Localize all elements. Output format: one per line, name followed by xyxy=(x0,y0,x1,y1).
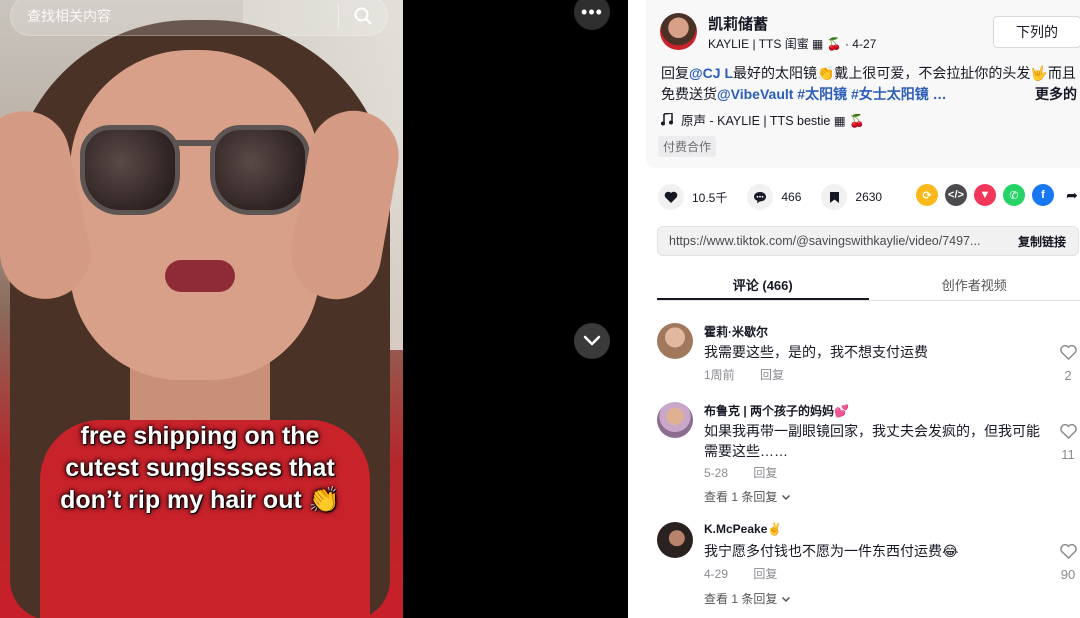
save-button[interactable]: 2630 xyxy=(821,184,882,210)
comment-meta: 1周前 回复 xyxy=(704,366,806,383)
author-subtitle: KAYLIE | TTS 闺蜜 ▦ 🍒 · 4-27 xyxy=(708,37,877,51)
comment-button[interactable]: 466 xyxy=(747,184,801,210)
comment-reply-button[interactable]: 回复 xyxy=(753,567,777,581)
related-search-bar[interactable]: 查找相关内容 xyxy=(10,0,388,36)
comment-reply-button[interactable]: 回复 xyxy=(760,368,784,382)
more-icon: ••• xyxy=(581,1,603,22)
commenter-avatar[interactable] xyxy=(657,323,693,359)
commenter-name[interactable]: 布鲁克 | 两个孩子的妈妈💕 xyxy=(704,402,849,419)
heart-outline-icon xyxy=(1059,344,1077,361)
view-replies-label: 查看 1 条回复 xyxy=(704,592,778,606)
comment-like-count: 11 xyxy=(1061,447,1075,462)
caption-line-1: free shipping on the xyxy=(80,422,320,450)
author-avatar[interactable] xyxy=(660,13,697,50)
paid-partnership-tag: 付费合作 xyxy=(658,136,717,157)
heart-outline-icon xyxy=(1059,423,1077,440)
comment-text: 如果我再带一副眼镜回家，我丈夫会发疯的，但我可能需要这些…… xyxy=(704,423,1040,459)
comment-time: 4-29 xyxy=(704,567,729,581)
view-replies-button[interactable]: 查看 1 条回复 xyxy=(704,488,791,505)
comment-text: 我需要这些，是的，我不想支付运费 xyxy=(704,344,928,360)
app-root: 查找相关内容 free shipping on the cutest sungl… xyxy=(0,0,1080,618)
comment-like-count: 90 xyxy=(1060,567,1076,582)
video-caption: free shipping on the cutest sunglssses t… xyxy=(40,420,360,516)
comment-item: 霍莉·米歇尔 我需要这些，是的，我不想支付运费 1周前 回复 2 xyxy=(657,323,1080,383)
view-replies-button[interactable]: 查看 1 条回复 xyxy=(704,590,791,607)
related-search-placeholder: 查找相关内容 xyxy=(27,8,111,24)
comment-time: 5-28 xyxy=(704,466,729,480)
hashtag-link-2[interactable]: #女士太阳镜 … xyxy=(847,86,947,102)
details-panel: 凯莉储蓄 KAYLIE | TTS 闺蜜 ▦ 🍒 · 4-27 下列的 回复@C… xyxy=(628,0,1080,618)
comment-like-button[interactable]: 2 xyxy=(1056,344,1080,383)
heart-icon xyxy=(658,184,684,210)
share-arrow-icon[interactable]: ➦ xyxy=(1061,184,1080,206)
mention-link-2[interactable]: @VibeVault xyxy=(717,86,793,102)
share-buttons: ⟳ </> ▼ ✆ f ➦ xyxy=(916,184,1080,206)
music-note-icon xyxy=(661,113,673,126)
search-icon[interactable] xyxy=(339,0,387,36)
share-url[interactable]: https://www.tiktok.com/@savingswithkayli… xyxy=(658,234,1006,248)
heart-outline-icon xyxy=(1059,543,1077,560)
copy-link-button[interactable]: 复制链接 xyxy=(1006,233,1078,250)
caption-line-2: cutest sunglssses that xyxy=(65,454,335,482)
whatsapp-icon[interactable]: ✆ xyxy=(1003,184,1025,206)
comment-item: 布鲁克 | 两个孩子的妈妈💕 如果我再带一副眼镜回家，我丈夫会发疯的，但我可能需… xyxy=(657,402,1080,505)
glasses-bridge xyxy=(175,140,215,146)
author-name[interactable]: 凯莉储蓄 xyxy=(708,13,768,34)
chevron-down-icon xyxy=(781,494,790,501)
comment-icon xyxy=(747,184,774,210)
tab-comments[interactable]: 评论 (466) xyxy=(657,267,869,300)
view-replies-label: 查看 1 条回复 xyxy=(704,490,778,504)
commenter-name[interactable]: 霍莉·米歇尔 xyxy=(704,323,768,340)
comment-like-count: 2 xyxy=(1064,368,1072,383)
video-letterbox xyxy=(403,0,628,618)
commenter-name[interactable]: K.McPeake✌️ xyxy=(704,522,782,536)
chevron-down-icon xyxy=(781,596,790,603)
comment-meta: 5-28 回复 xyxy=(704,464,799,481)
like-button[interactable]: 10.5千 xyxy=(658,184,727,210)
lens-left xyxy=(80,125,180,215)
expand-description-button[interactable]: 更多的 xyxy=(1029,84,1077,105)
comment-item: K.McPeake✌️ 我宁愿多付钱也不愿为一件东西付运费😂 4-29 回复 查… xyxy=(657,522,1080,612)
commenter-avatar[interactable] xyxy=(657,402,693,438)
desc-reply-prefix: 回复 xyxy=(661,65,689,81)
commenter-avatar[interactable] xyxy=(657,522,693,558)
music-row[interactable]: 原声 - KAYLIE | TTS bestie ▦ 🍒 xyxy=(661,110,865,129)
panel-tabs: 评论 (466) 创作者视频 xyxy=(657,267,1080,301)
music-title: 原声 - KAYLIE | TTS bestie ▦ 🍒 xyxy=(681,114,865,128)
repost-icon[interactable]: ⟳ xyxy=(916,184,938,206)
bookmark-icon xyxy=(821,184,848,210)
video-subject-mouth xyxy=(165,260,235,292)
tab-creator-videos[interactable]: 创作者视频 xyxy=(869,267,1080,300)
video-player[interactable]: 查找相关内容 free shipping on the cutest sungl… xyxy=(0,0,403,618)
comment-like-button[interactable]: 11 xyxy=(1056,423,1080,462)
comment-meta: 4-29 回复 xyxy=(704,565,799,582)
comment-time: 1周前 xyxy=(704,368,735,382)
sunglasses xyxy=(80,125,310,225)
share-link-bar: https://www.tiktok.com/@savingswithkayli… xyxy=(657,226,1079,256)
chevron-down-icon xyxy=(583,335,601,346)
facebook-icon[interactable]: f xyxy=(1032,184,1054,206)
follow-button[interactable]: 下列的 xyxy=(993,16,1080,48)
send-to-friends-icon[interactable]: ▼ xyxy=(974,184,996,206)
comment-reply-button[interactable]: 回复 xyxy=(753,466,777,480)
caption-line-3: don’t rip my hair out 👏 xyxy=(60,486,340,514)
mention-link[interactable]: @CJ L xyxy=(689,65,733,81)
comment-like-button[interactable]: 90 xyxy=(1056,543,1080,582)
embed-icon[interactable]: </> xyxy=(945,184,967,206)
next-video-button[interactable] xyxy=(574,323,610,359)
comment-count: 466 xyxy=(781,190,802,204)
hashtag-link[interactable]: #太阳镜 xyxy=(793,86,847,102)
lens-right xyxy=(210,125,310,215)
post-description: 回复@CJ L最好的太阳镜👏戴上很可爱，不会拉扯你的头发🤟而且免费送货@Vibe… xyxy=(661,63,1080,105)
comment-text: 我宁愿多付钱也不愿为一件东西付运费😂 xyxy=(704,543,959,559)
like-count: 10.5千 xyxy=(692,190,728,205)
save-count: 2630 xyxy=(855,190,883,204)
